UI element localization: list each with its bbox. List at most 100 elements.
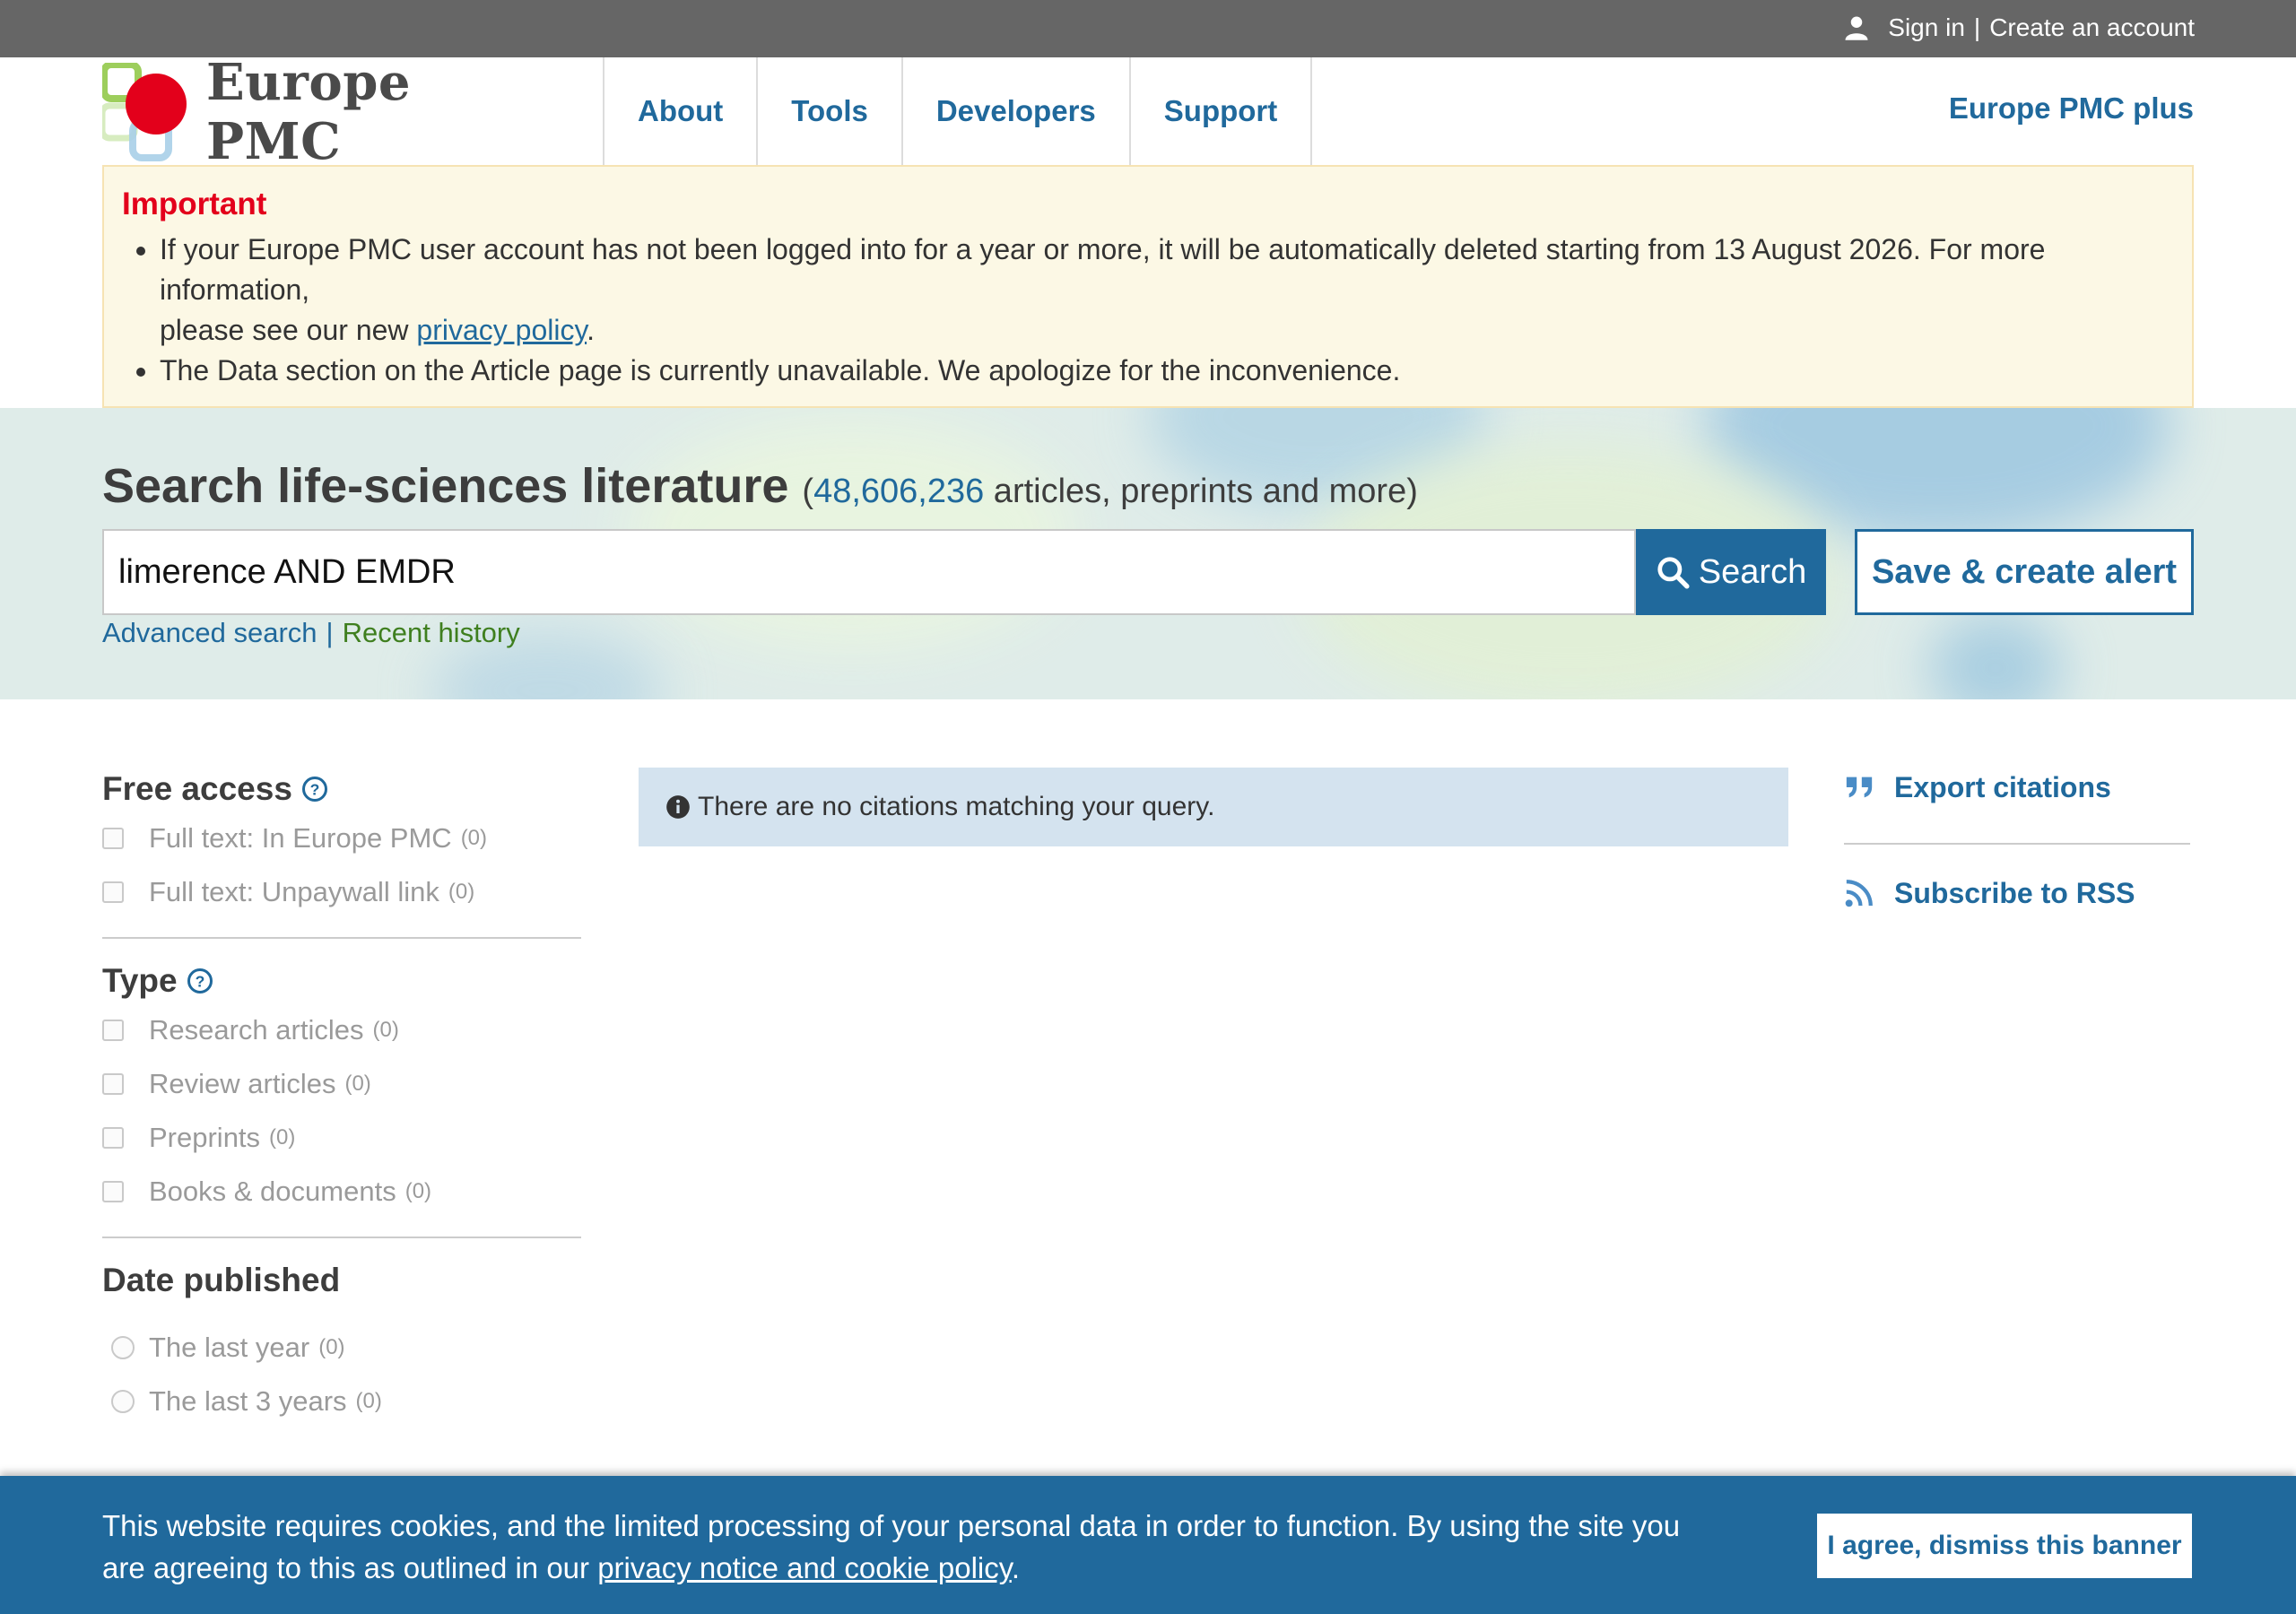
notice-item-data: The Data section on the Article page is … <box>160 351 2174 391</box>
cookie-policy-link[interactable]: privacy notice and cookie policy <box>597 1551 1012 1584</box>
dismiss-cookie-banner-button[interactable]: I agree, dismiss this banner <box>1817 1514 2192 1578</box>
filter-title: Type <box>102 962 178 999</box>
filter-option-count: (0) <box>355 1389 382 1413</box>
filter-option-full-text-europe-pmc[interactable]: Full text: In Europe PMC (0) <box>102 811 581 865</box>
help-icon[interactable]: ? <box>187 968 213 994</box>
save-create-alert-button[interactable]: Save & create alert <box>1855 529 2194 615</box>
checkbox[interactable] <box>102 828 124 849</box>
no-results-text: There are no citations matching your que… <box>698 792 1215 821</box>
filter-option-books-documents[interactable]: Books & documents (0) <box>102 1165 581 1219</box>
account-bar: Sign in | Create an account <box>0 0 2296 57</box>
filter-option-review-articles[interactable]: Review articles (0) <box>102 1057 581 1111</box>
filter-heading-free-access: Free access ? <box>102 767 581 811</box>
subscribe-rss-link[interactable]: Subscribe to RSS <box>1844 873 2190 913</box>
filter-option-label: Full text: Unpaywall link <box>149 876 439 907</box>
filter-option-last-3-years[interactable]: The last 3 years (0) <box>102 1375 581 1428</box>
europe-pmc-logo-mark-icon <box>99 61 188 161</box>
help-icon[interactable]: ? <box>301 776 328 803</box>
search-sublinks: Advanced search | Recent history <box>102 617 520 649</box>
checkbox[interactable] <box>102 1181 124 1202</box>
filter-free-access: Free access ? Full text: In Europe PMC (0… <box>102 767 581 939</box>
search-button[interactable]: Search <box>1636 529 1826 615</box>
cookie-suffix: . <box>1011 1551 1020 1584</box>
privacy-policy-link[interactable]: privacy policy <box>416 314 587 346</box>
filter-title: Date published <box>102 1262 341 1298</box>
filters-sidebar: Free access ? Full text: In Europe PMC (0… <box>102 767 581 1446</box>
filter-option-label: Books & documents <box>149 1176 396 1207</box>
filter-option-count: (0) <box>269 1125 296 1150</box>
search-band: Search life-sciences literature (48,606,… <box>0 408 2296 699</box>
nav-about[interactable]: About <box>604 57 759 165</box>
no-results-message: There are no citations matching your que… <box>639 768 1788 846</box>
account-links: Sign in | Create an account <box>1843 13 2195 42</box>
user-icon <box>1845 16 1868 40</box>
europe-pmc-plus-link[interactable]: Europe PMC plus <box>1949 91 2194 126</box>
filter-option-full-text-unpaywall[interactable]: Full text: Unpaywall link (0) <box>102 865 581 919</box>
create-account-link[interactable]: Create an account <box>1989 13 2195 42</box>
cookie-banner: This website requires cookies, and the l… <box>0 1476 2296 1614</box>
cookie-message: This website requires cookies, and the l… <box>102 1505 1717 1589</box>
filter-option-label: Research articles <box>149 1014 364 1046</box>
search-heading: Search life-sciences literature (48,606,… <box>102 458 1418 514</box>
important-notice: Important If your Europe PMC user accoun… <box>102 165 2194 408</box>
filter-heading-type: Type ? <box>102 959 581 1003</box>
filter-option-count: (0) <box>460 826 488 850</box>
search-title: Search life-sciences literature <box>102 459 789 513</box>
checkbox[interactable] <box>102 1020 124 1041</box>
radio-button[interactable] <box>111 1336 135 1359</box>
filter-option-research-articles[interactable]: Research articles (0) <box>102 1003 581 1057</box>
radio-button[interactable] <box>111 1390 135 1413</box>
results-actions: Export citations Subscribe to RSS <box>1844 768 2190 913</box>
europe-pmc-logo[interactable]: Europe PMC <box>99 53 551 171</box>
main-nav: About Tools Developers Support <box>603 57 1313 165</box>
filter-option-label: Preprints <box>149 1122 261 1153</box>
notice-list: If your Europe PMC user account has not … <box>160 230 2174 391</box>
checkbox[interactable] <box>102 881 124 903</box>
filter-type: Type ? Research articles (0) Review artic… <box>102 959 581 1238</box>
logo-text: Europe PMC <box>206 53 412 171</box>
filter-option-label: Full text: In Europe PMC <box>149 822 452 854</box>
svg-text:?: ? <box>195 972 204 990</box>
actions-divider <box>1844 843 2190 845</box>
account-separator: | <box>1973 13 1981 41</box>
advanced-search-link[interactable]: Advanced search <box>102 617 317 648</box>
filter-option-count: (0) <box>344 1072 371 1096</box>
search-icon <box>1657 557 1690 589</box>
quote-icon <box>1846 777 1873 798</box>
article-count-rest: articles, preprints and more) <box>984 473 1418 510</box>
filter-option-preprints[interactable]: Preprints (0) <box>102 1111 581 1165</box>
subscribe-rss-label: Subscribe to RSS <box>1894 876 2135 909</box>
count-open-paren: ( <box>802 473 814 510</box>
svg-text:?: ? <box>310 780 320 798</box>
nav-support[interactable]: Support <box>1131 57 1313 165</box>
notice-item-account-suffix: . <box>587 314 595 346</box>
notice-heading: Important <box>122 187 267 221</box>
search-input[interactable] <box>102 529 1636 615</box>
filter-option-last-year[interactable]: The last year (0) <box>102 1321 581 1375</box>
filter-option-count: (0) <box>318 1335 345 1359</box>
background-decoration <box>1928 614 2063 699</box>
article-count: (48,606,236 articles, preprints and more… <box>802 473 1417 510</box>
filter-heading-date: Date published <box>102 1258 581 1303</box>
export-citations-label: Export citations <box>1894 770 2111 803</box>
filter-option-label: The last 3 years <box>149 1385 347 1417</box>
sign-in-link[interactable]: Sign in <box>1888 13 1965 42</box>
filter-option-count: (0) <box>448 880 475 904</box>
checkbox[interactable] <box>102 1127 124 1149</box>
article-count-number: 48,606,236 <box>813 473 985 510</box>
rss-icon <box>1845 880 1873 907</box>
filter-option-label: The last year <box>149 1332 310 1363</box>
nav-developers[interactable]: Developers <box>903 57 1131 165</box>
sublinks-separator: | <box>326 617 334 648</box>
filter-title: Free access <box>102 770 292 807</box>
info-icon <box>666 795 690 819</box>
filter-option-label: Review articles <box>149 1068 336 1099</box>
checkbox[interactable] <box>102 1073 124 1095</box>
filter-option-count: (0) <box>404 1179 432 1203</box>
recent-history-link[interactable]: Recent history <box>343 617 520 648</box>
notice-item-account-text: If your Europe PMC user account has not … <box>160 233 2046 306</box>
site-header: Europe PMC About Tools Developers Suppor… <box>0 53 2296 171</box>
nav-tools[interactable]: Tools <box>758 57 903 165</box>
export-citations-link[interactable]: Export citations <box>1844 768 2190 807</box>
notice-item-account-prefix: please see our new <box>160 314 417 346</box>
